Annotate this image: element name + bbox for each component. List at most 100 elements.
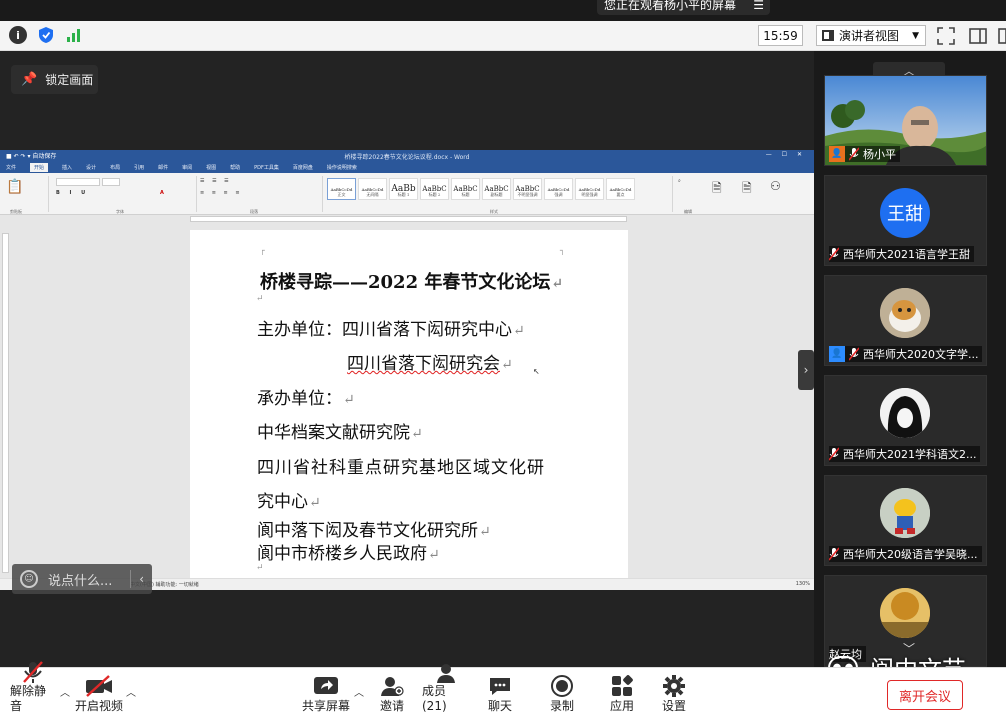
audio-options-icon[interactable]: ︿ [60,684,70,699]
apps-button[interactable]: 应用 [604,670,640,714]
style-sample: AaBbCcDd [578,186,601,192]
invite-label: 邀请 [379,699,404,713]
lock-view-button[interactable]: 📌 锁定画面 [11,65,98,94]
video-tile[interactable]: 王甜 西华师大2021语言学王甜 [824,175,987,266]
style-name: 明显强调 [581,192,598,197]
signal-icon[interactable] [65,26,83,44]
tab-mailings[interactable]: 邮件 [158,164,168,171]
paragraph-mark: ↵ [343,392,355,408]
baidu-share-icon[interactable]: ⚇ [770,179,781,193]
fullscreen-icon[interactable] [936,26,956,46]
collapse-panel-button[interactable]: › [798,350,814,390]
share-options-icon[interactable]: ︿ [354,684,364,699]
info-icon[interactable]: i [9,26,27,44]
style-strong[interactable]: AaBbCcDd 要点 [606,178,635,200]
paragraph-mark: ↵ [428,547,440,563]
bold-italic-underline-icons[interactable]: B I U [56,190,89,196]
font-name-select[interactable] [56,178,100,186]
paste-icon[interactable]: 📋 [6,179,23,195]
video-tile[interactable]: 👤 西华师大2020文字学... [824,275,987,366]
members-label: 成员(21) [422,684,447,713]
word-ribbon: 📋 B I U A ☰ ☰ ☰ ≡ ≡ ≡ ≡ AaBbCcDd 正文 AaBbC… [0,173,814,215]
style-subtle-emphasis[interactable]: AaBbC 不明显强调 [513,178,542,200]
style-heading-2[interactable]: AaBbC 标题 2 [420,178,449,200]
align-icons[interactable]: ≡ ≡ ≡ ≡ [200,190,243,196]
video-tile[interactable]: 👤 杨小平 [824,75,987,166]
viewing-banner[interactable]: 您正在观看杨小平的屏幕 ☰ [597,0,770,15]
video-tile[interactable]: 西华师大20级语言学吴晓... [824,475,987,566]
avatar: 王甜 [880,188,930,238]
mic-muted-icon [848,347,860,361]
style-name: 正文 [337,192,346,197]
style-intense-emphasis[interactable]: AaBbCcDd 明显强调 [575,178,604,200]
chevron-left-icon[interactable]: ‹ [139,572,144,586]
invite-button[interactable]: 邀请 [372,670,412,714]
video-tile[interactable]: 西华师大2021学科语文2... [824,375,987,466]
members-button[interactable]: 成员(21) [422,664,470,714]
avatar [880,288,930,338]
shield-icon[interactable] [37,26,55,44]
document-page[interactable]: 桥楼寻踪——2022 年春节文化论坛↵ ↵ 主办单位：四川省落下闳研究中心↵ 四… [190,230,628,590]
paper-check-icon[interactable]: 🗎 [742,179,752,200]
tab-pdf[interactable]: PDF工具集 [254,164,279,171]
chat-button[interactable]: 聊天 [482,670,518,714]
tab-help[interactable]: 帮助 [230,164,240,171]
style-name: 要点 [616,192,625,197]
style-sample: AaBbCcDd [361,186,384,192]
font-size-select[interactable] [102,178,120,186]
style-emphasis[interactable]: AaBbCcDd 强调 [544,178,573,200]
find-icon[interactable]: ⌕ [678,178,681,184]
emoji-icon[interactable]: ☺ [20,570,38,588]
quick-access-toolbar[interactable]: ■ ↶ ↷ ▾ 自动保存 [6,151,56,160]
share-screen-button[interactable]: 共享屏幕 [300,670,352,714]
tell-me-search[interactable]: 操作说明搜索 [327,164,357,171]
list-icons[interactable]: ☰ ☰ ☰ [200,178,232,184]
top-bar: i 15:59 演讲者视图 ▼ [0,21,1006,51]
tab-review[interactable]: 审阅 [182,164,192,171]
doc-line-organizer: 主办单位：四川省落下闳研究中心↵ [257,315,525,340]
word-tabs: 文件 开始 插入 设计 布局 引用 邮件 审阅 视图 帮助 PDF工具集 百度网… [0,162,814,173]
tab-insert[interactable]: 插入 [62,164,72,171]
margin-corner-mark: ┌ [260,246,265,255]
horizontal-ruler[interactable] [0,215,814,223]
translate-icon[interactable]: 🗎 [712,179,722,200]
word-window-controls[interactable]: — ☐ ✕ [766,151,806,158]
record-button[interactable]: 录制 [544,670,580,714]
more-icon[interactable] [998,26,1006,46]
video-options-icon[interactable]: ︿ [126,684,136,699]
participant-label: 西华师大2021语言学王甜 [829,246,974,262]
paragraph-mark: ↵ [551,276,564,292]
users-icon [434,662,458,684]
chat-quick-input[interactable]: ☺ 说点什么... ‹ [12,564,152,594]
font-color-icon[interactable]: A [160,190,164,196]
tab-file[interactable]: 文件 [6,164,16,171]
style-normal[interactable]: AaBbCcDd 正文 [327,178,356,200]
margin-corner-mark: ┐ [560,246,565,255]
pin-icon: 📌 [21,72,38,87]
doc-line-text: 四川省社科重点研究基地区域文化研 [257,458,545,478]
leave-meeting-button[interactable]: 离开会议 [887,680,963,710]
style-name: 强调 [554,192,563,197]
tab-layout[interactable]: 布局 [110,164,120,171]
style-heading-1[interactable]: AaBb 标题 1 [389,178,418,200]
participant-name: 西华师大2021语言学王甜 [843,248,970,261]
style-sample: AaBbCcDd [609,186,632,192]
tab-baidu[interactable]: 百度网盘 [293,164,313,171]
style-subtitle[interactable]: AaBbC 副标题 [482,178,511,200]
zoom-level[interactable]: 130% [796,581,810,587]
settings-label: 设置 [661,699,686,713]
style-title[interactable]: AaBbC 标题 [451,178,480,200]
avatar [880,388,930,438]
vertical-ruler[interactable] [2,233,9,573]
tab-references[interactable]: 引用 [134,164,144,171]
tab-design[interactable]: 设计 [86,164,96,171]
side-panel-icon[interactable] [968,26,988,46]
style-no-spacing[interactable]: AaBbCcDd 无间隔 [358,178,387,200]
start-video-button[interactable]: 开启视频 [74,670,124,714]
tab-home[interactable]: 开始 [30,163,49,172]
settings-button[interactable]: 设置 [656,670,692,714]
options-icon[interactable]: ☰ [753,0,764,12]
tab-view[interactable]: 视图 [206,164,216,171]
unmute-button[interactable]: 解除静音 [10,661,56,714]
view-mode-button[interactable]: 演讲者视图 ▼ [816,25,926,46]
